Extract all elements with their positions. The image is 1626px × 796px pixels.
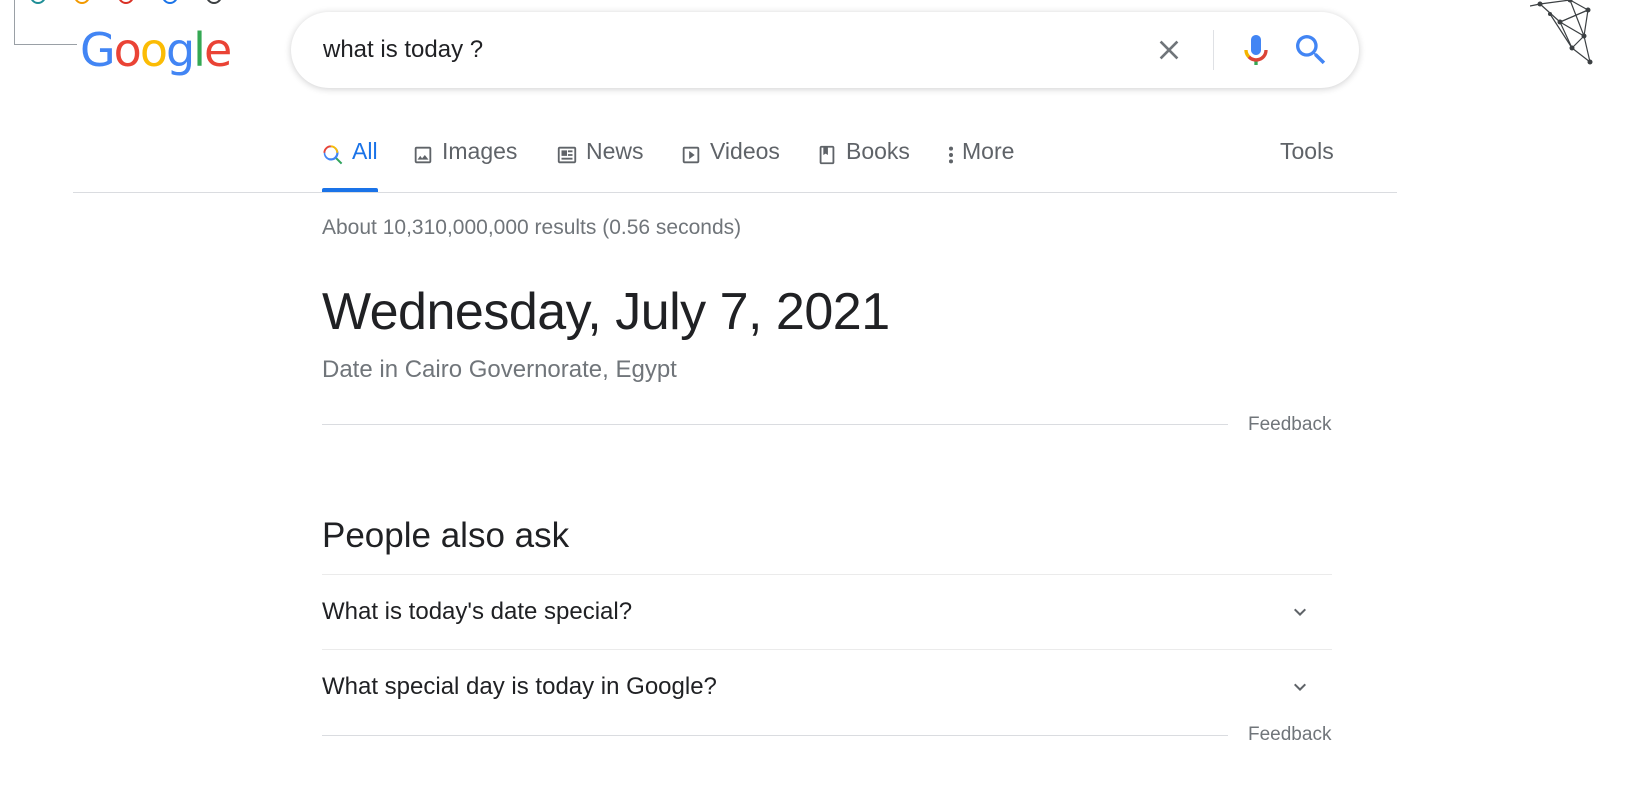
tab-books-label: Books bbox=[846, 138, 910, 164]
chevron-down-icon bbox=[1294, 608, 1306, 616]
tabs-divider bbox=[73, 192, 1397, 193]
search-box-divider bbox=[1213, 30, 1214, 70]
google-logo[interactable]: Google bbox=[80, 22, 232, 78]
logo-letter-l: l bbox=[193, 23, 206, 77]
book-icon bbox=[819, 145, 835, 165]
tab-images-label: Images bbox=[442, 138, 518, 164]
people-also-ask-title: People also ask bbox=[322, 516, 570, 555]
logo-letter-o2: o bbox=[139, 23, 168, 77]
tab-books[interactable]: Books bbox=[816, 138, 910, 192]
tab-all-label: All bbox=[352, 138, 378, 164]
related-question-text: What is today's date special? bbox=[322, 598, 633, 625]
logo-letter-e: e bbox=[203, 23, 232, 77]
card-divider bbox=[322, 424, 1228, 425]
image-icon bbox=[414, 146, 432, 164]
search-icon[interactable] bbox=[1291, 30, 1331, 70]
more-vert-icon bbox=[948, 146, 954, 164]
tab-all[interactable]: All bbox=[322, 138, 378, 192]
search-icon bbox=[323, 145, 343, 165]
result-stats: About 10,310,000,000 results (0.56 secon… bbox=[322, 216, 742, 239]
search-results-page: Google what is today ? All Images News V… bbox=[0, 0, 1626, 796]
related-question[interactable]: What is today's date special? bbox=[322, 574, 1332, 649]
search-box[interactable]: what is today ? bbox=[291, 12, 1359, 88]
tab-news-label: News bbox=[586, 138, 644, 164]
news-icon bbox=[557, 146, 577, 164]
paa-divider bbox=[322, 735, 1228, 736]
date-answer: Wednesday, July 7, 2021 bbox=[322, 283, 890, 341]
date-location: Date in Cairo Governorate, Egypt bbox=[322, 356, 677, 383]
feedback-link[interactable]: Feedback bbox=[1248, 724, 1331, 746]
feedback-link[interactable]: Feedback bbox=[1248, 414, 1331, 436]
mic-icon[interactable] bbox=[1236, 30, 1276, 70]
tools-button[interactable]: Tools bbox=[1280, 138, 1334, 165]
tab-videos[interactable]: Videos bbox=[680, 138, 780, 192]
tab-more-label: More bbox=[962, 138, 1015, 164]
close-icon[interactable] bbox=[1153, 34, 1185, 66]
related-question-text: What special day is today in Google? bbox=[322, 673, 717, 700]
tab-images[interactable]: Images bbox=[412, 138, 517, 192]
play-icon bbox=[682, 146, 700, 164]
related-question[interactable]: What special day is today in Google? bbox=[322, 649, 1332, 724]
network-graphic-decoration bbox=[1530, 0, 1593, 65]
logo-letter-g: G bbox=[80, 23, 116, 77]
logo-letter-g2: g bbox=[165, 23, 195, 77]
search-input[interactable]: what is today ? bbox=[323, 12, 483, 88]
tab-news[interactable]: News bbox=[556, 138, 644, 192]
corner-decoration bbox=[14, 0, 77, 45]
tab-more[interactable]: More bbox=[944, 138, 1014, 192]
logo-letter-o1: o bbox=[113, 23, 142, 77]
chevron-down-icon bbox=[1294, 683, 1306, 691]
tab-videos-label: Videos bbox=[710, 138, 780, 164]
